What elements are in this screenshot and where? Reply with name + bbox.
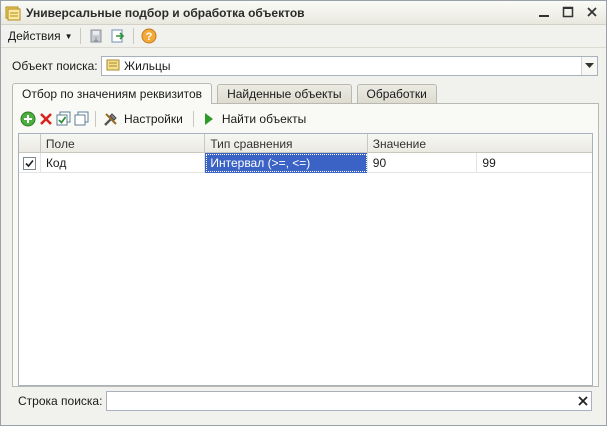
open-icon[interactable]	[109, 27, 127, 45]
tab-processing[interactable]: Обработки	[356, 84, 437, 103]
title-bar: Универсальные подбор и обработка объекто…	[1, 1, 606, 25]
value-from-cell[interactable]: 90	[368, 153, 478, 173]
search-string-label: Строка поиска:	[18, 394, 103, 408]
column-header-comparison[interactable]: Тип сравнения	[205, 134, 368, 153]
tab-filter-by-attributes[interactable]: Отбор по значениям реквизитов	[12, 83, 213, 104]
toolbar-divider-line	[1, 47, 606, 48]
search-object-field[interactable]: Жильцы	[101, 56, 598, 76]
row-checkbox[interactable]	[23, 156, 36, 170]
tab-label: Найденные объекты	[227, 87, 342, 101]
comparison-cell[interactable]: Интервал (>=, <=)	[205, 153, 368, 173]
search-object-value: Жильцы	[124, 59, 171, 73]
main-toolbar: Действия ▼ ?	[1, 25, 606, 47]
svg-text:?: ?	[145, 31, 152, 43]
chevron-down-icon[interactable]	[581, 57, 597, 75]
uncheck-all-icon[interactable]	[73, 110, 91, 128]
tab-panel: Настройки Найти объекты Поле Тип сравнен…	[12, 103, 599, 387]
table-row[interactable]: Код Интервал (>=, <=) 90 99	[19, 153, 592, 173]
actions-menu-button[interactable]: Действия ▼	[5, 27, 76, 45]
settings-label: Настройки	[124, 112, 183, 126]
search-string-row: Строка поиска:	[18, 391, 102, 411]
toolbar-divider	[192, 111, 194, 127]
settings-button[interactable]: Настройки	[100, 110, 185, 128]
field-cell[interactable]: Код	[41, 153, 206, 173]
app-form-icon	[5, 5, 21, 21]
search-string-input[interactable]	[107, 392, 573, 410]
toolbar-divider	[95, 111, 96, 127]
catalog-icon	[106, 58, 120, 75]
window-title: Универсальные подбор и обработка объекто…	[26, 5, 305, 20]
search-object-label: Объект поиска:	[12, 59, 98, 73]
close-icon[interactable]	[584, 4, 600, 20]
check-all-icon[interactable]	[55, 110, 73, 128]
settings-icon	[102, 110, 120, 128]
tab-strip: Отбор по значениям реквизитов Найденные …	[12, 83, 442, 104]
find-objects-label: Найти объекты	[221, 112, 307, 126]
save-icon[interactable]	[87, 27, 105, 45]
column-header-check	[19, 134, 41, 153]
tab-label: Обработки	[366, 87, 427, 101]
chevron-down-icon: ▼	[64, 31, 73, 41]
search-string-field[interactable]	[106, 391, 592, 411]
help-icon[interactable]: ?	[140, 27, 158, 45]
main-window: Универсальные подбор и обработка объекто…	[0, 0, 607, 426]
delete-icon[interactable]	[37, 110, 55, 128]
tab-found-objects[interactable]: Найденные объекты	[217, 84, 352, 103]
maximize-icon[interactable]	[560, 4, 576, 20]
criteria-table: Поле Тип сравнения Значение Код Интервал…	[18, 133, 593, 386]
tab-label: Отбор по значениям реквизитов	[22, 87, 203, 101]
column-header-field[interactable]: Поле	[41, 134, 206, 153]
column-header-value[interactable]: Значение	[368, 134, 592, 153]
minimize-icon[interactable]	[536, 4, 552, 20]
toolbar-divider	[79, 28, 81, 44]
table-header: Поле Тип сравнения Значение	[19, 134, 592, 153]
value-to-cell[interactable]: 99	[477, 153, 592, 173]
run-icon	[200, 110, 218, 128]
panel-toolbar: Настройки Найти объекты	[19, 108, 312, 130]
search-object-row: Объект поиска:	[12, 56, 98, 76]
clear-icon[interactable]	[574, 392, 591, 410]
add-icon[interactable]	[19, 110, 37, 128]
actions-label: Действия	[8, 29, 61, 43]
find-objects-button[interactable]: Найти объекты	[198, 110, 308, 128]
row-check-cell[interactable]	[19, 153, 41, 173]
toolbar-divider	[132, 28, 134, 44]
